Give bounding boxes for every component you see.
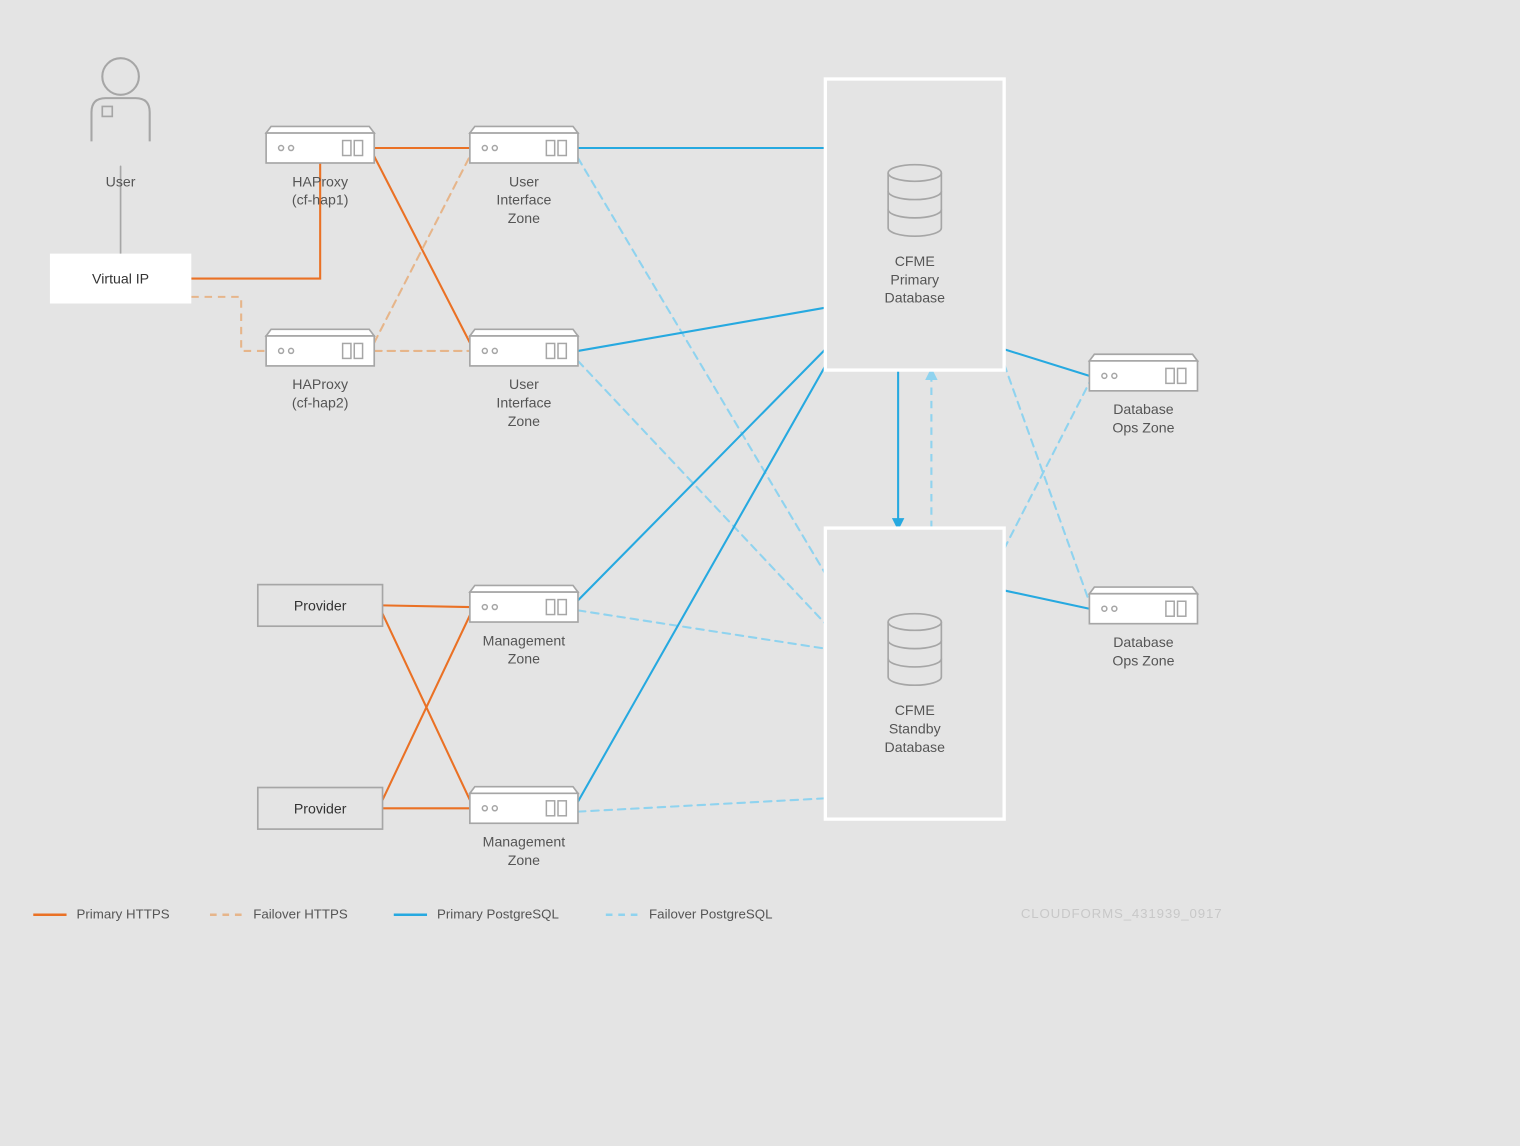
primary-db-box	[825, 79, 1004, 370]
svg-text:Management: Management	[483, 632, 566, 648]
svg-text:Management: Management	[483, 834, 566, 850]
svg-text:Primary: Primary	[890, 271, 940, 287]
svg-text:Database: Database	[885, 290, 946, 306]
svg-text:Zone: Zone	[508, 852, 540, 868]
svg-text:(cf-hap1): (cf-hap1)	[292, 192, 349, 208]
svg-text:Zone: Zone	[508, 210, 540, 226]
svg-text:User: User	[509, 173, 539, 189]
legend-failover-https-label: Failover HTTPS	[253, 906, 348, 921]
svg-text:User: User	[509, 376, 539, 392]
db-ops-2-device	[1089, 587, 1197, 624]
svg-text:Database: Database	[885, 739, 946, 755]
standby-db-box	[825, 528, 1004, 819]
mgmt-zone-1-device	[470, 585, 578, 622]
svg-text:Provider: Provider	[294, 597, 347, 613]
svg-text:Provider: Provider	[294, 800, 347, 816]
ui-zone-2-device	[470, 329, 578, 366]
svg-text:Interface: Interface	[496, 192, 551, 208]
user-icon	[91, 58, 149, 141]
legend-primary-pg-label: Primary PostgreSQL	[437, 906, 559, 921]
svg-text:Database: Database	[1113, 634, 1174, 650]
user-label: User	[106, 173, 136, 189]
svg-text:HAProxy: HAProxy	[292, 376, 349, 392]
svg-text:CFME: CFME	[895, 702, 935, 718]
svg-text:Interface: Interface	[496, 394, 551, 410]
svg-text:Standby: Standby	[889, 720, 942, 736]
svg-text:HAProxy: HAProxy	[292, 173, 349, 189]
ui-zone-1-device	[470, 126, 578, 163]
mgmt-zone-2-device	[470, 787, 578, 824]
svg-text:(cf-hap2): (cf-hap2)	[292, 394, 349, 410]
architecture-diagram: User Virtual IP HAProxy (cf-hap1) HAProxy (cf…	[0, 0, 1264, 953]
svg-text:CFME: CFME	[895, 253, 935, 269]
db-ops-1-device	[1089, 354, 1197, 391]
svg-text:Ops Zone: Ops Zone	[1112, 652, 1174, 668]
svg-text:Database: Database	[1113, 401, 1174, 417]
legend-primary-https-label: Primary HTTPS	[77, 906, 170, 921]
svg-text:Zone: Zone	[508, 413, 540, 429]
watermark: CLOUDFORMS_431939_0917	[1021, 906, 1223, 921]
legend-failover-pg-label: Failover PostgreSQL	[649, 906, 772, 921]
virtual-ip-label: Virtual IP	[92, 271, 149, 287]
haproxy1-device	[266, 126, 374, 163]
svg-text:Ops Zone: Ops Zone	[1112, 419, 1174, 435]
haproxy2-device	[266, 329, 374, 366]
svg-text:Zone: Zone	[508, 651, 540, 667]
